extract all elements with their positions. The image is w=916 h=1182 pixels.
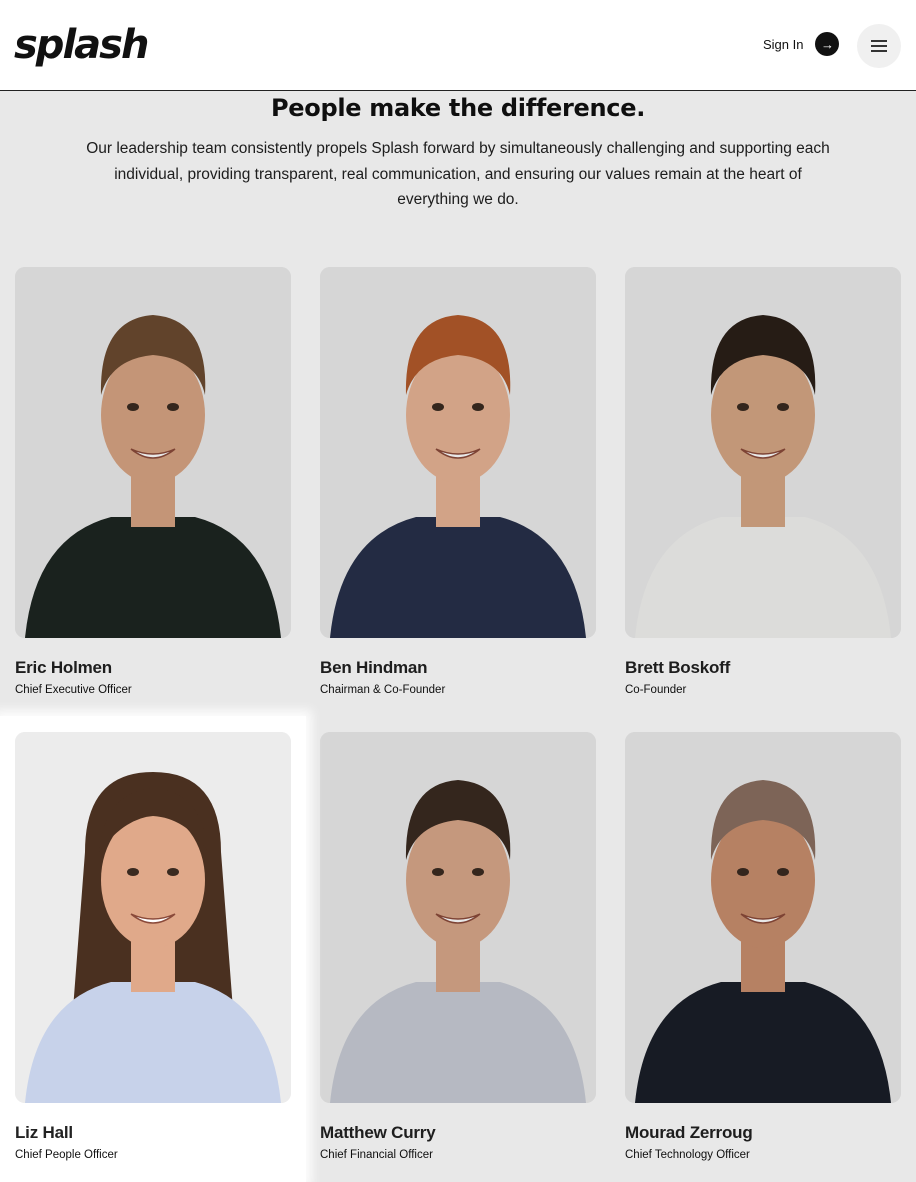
team-member-role: Chairman & Co-Founder <box>320 684 446 696</box>
portrait-illustration <box>625 267 901 638</box>
portrait-illustration <box>15 267 291 638</box>
team-member-photo <box>625 267 901 638</box>
sign-in-label: Sign In <box>763 36 804 52</box>
team-member-card[interactable]: Liz Hall Chief People Officer <box>15 732 291 1161</box>
team-member-role: Chief Financial Officer <box>320 1149 433 1161</box>
team-member-photo <box>320 732 596 1103</box>
team-member-role: Chief Executive Officer <box>15 684 132 696</box>
team-member-name: Liz Hall <box>15 1123 73 1142</box>
team-member-name: Mourad Zerroug <box>625 1123 753 1142</box>
team-member-role: Chief Technology Officer <box>625 1149 750 1161</box>
portrait-illustration <box>320 732 596 1103</box>
team-member-card[interactable]: Eric Holmen Chief Executive Officer <box>15 267 291 696</box>
team-member-name: Brett Boskoff <box>625 658 731 677</box>
arrow-right-icon: → <box>815 32 840 56</box>
portrait-illustration <box>320 267 596 638</box>
team-member-name: Matthew Curry <box>320 1123 436 1142</box>
hamburger-menu-button[interactable] <box>857 24 901 68</box>
intro-section: People make the difference. Our leadersh… <box>0 90 916 213</box>
team-member-card[interactable]: Brett Boskoff Co-Founder <box>625 267 901 696</box>
team-member-card[interactable]: Ben Hindman Chairman & Co-Founder <box>320 267 596 696</box>
team-member-name: Eric Holmen <box>15 658 112 677</box>
team-member-role: Chief People Officer <box>15 1149 118 1161</box>
team-member-photo <box>625 732 901 1103</box>
menu-icon <box>871 41 887 51</box>
team-member-card[interactable]: Matthew Curry Chief Financial Officer <box>320 732 596 1161</box>
sign-in-button[interactable]: Sign In → <box>763 32 840 56</box>
portrait-illustration <box>625 732 901 1103</box>
team-member-role: Co-Founder <box>625 684 687 696</box>
team-member-card[interactable]: Mourad Zerroug Chief Technology Officer <box>625 732 901 1161</box>
splash-logo[interactable]: splash <box>14 22 149 68</box>
team-member-photo <box>15 267 291 638</box>
page-title: People make the difference. <box>270 94 646 122</box>
intro-text: Our leadership team consistently propels… <box>86 140 830 208</box>
portrait-illustration <box>15 732 291 1103</box>
team-member-photo <box>15 732 291 1103</box>
site-header: splash Sign In → <box>0 0 916 91</box>
highlighted-card-container: Liz Hall Chief People Officer <box>0 716 306 1182</box>
team-member-photo <box>320 267 596 638</box>
team-member-name: Ben Hindman <box>320 658 428 677</box>
